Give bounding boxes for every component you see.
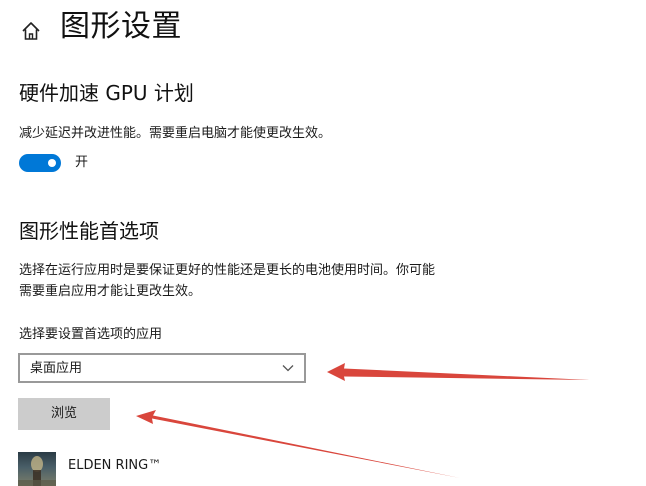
app-type-select-value: 桌面应用 (30, 361, 83, 376)
toggle-knob (48, 159, 56, 167)
app-list-item[interactable]: ELDEN RING™ (18, 452, 318, 486)
graphics-preference-description-line2: 需要重启应用才能让更改生效。 (19, 284, 202, 299)
app-icon (18, 452, 56, 486)
graphics-preference-description-line1: 选择在运行应用时是要保证更好的性能还是更长的电池使用时间。你可能 (19, 263, 436, 278)
home-icon[interactable] (20, 20, 42, 42)
browse-button[interactable]: 浏览 (18, 398, 110, 430)
app-type-select[interactable]: 桌面应用 (18, 353, 306, 383)
graphics-preference-title: 图形性能首选项 (19, 219, 159, 243)
chevron-down-icon (282, 365, 294, 372)
app-select-label: 选择要设置首选项的应用 (19, 327, 163, 342)
annotation-arrow-select (327, 363, 590, 381)
page-title: 图形设置 (60, 9, 182, 44)
toggle-state-label: 开 (75, 155, 89, 170)
app-name: ELDEN RING™ (68, 458, 162, 473)
browse-button-label: 浏览 (50, 406, 77, 421)
gpu-scheduling-description: 减少延迟并改进性能。需要重启电脑才能使更改生效。 (19, 126, 332, 141)
gpu-scheduling-title: 硬件加速 GPU 计划 (19, 81, 194, 105)
graphics-settings-page: 图形设置 硬件加速 GPU 计划 减少延迟并改进性能。需要重启电脑才能使更改生效… (0, 0, 646, 486)
gpu-scheduling-toggle[interactable] (19, 154, 61, 172)
